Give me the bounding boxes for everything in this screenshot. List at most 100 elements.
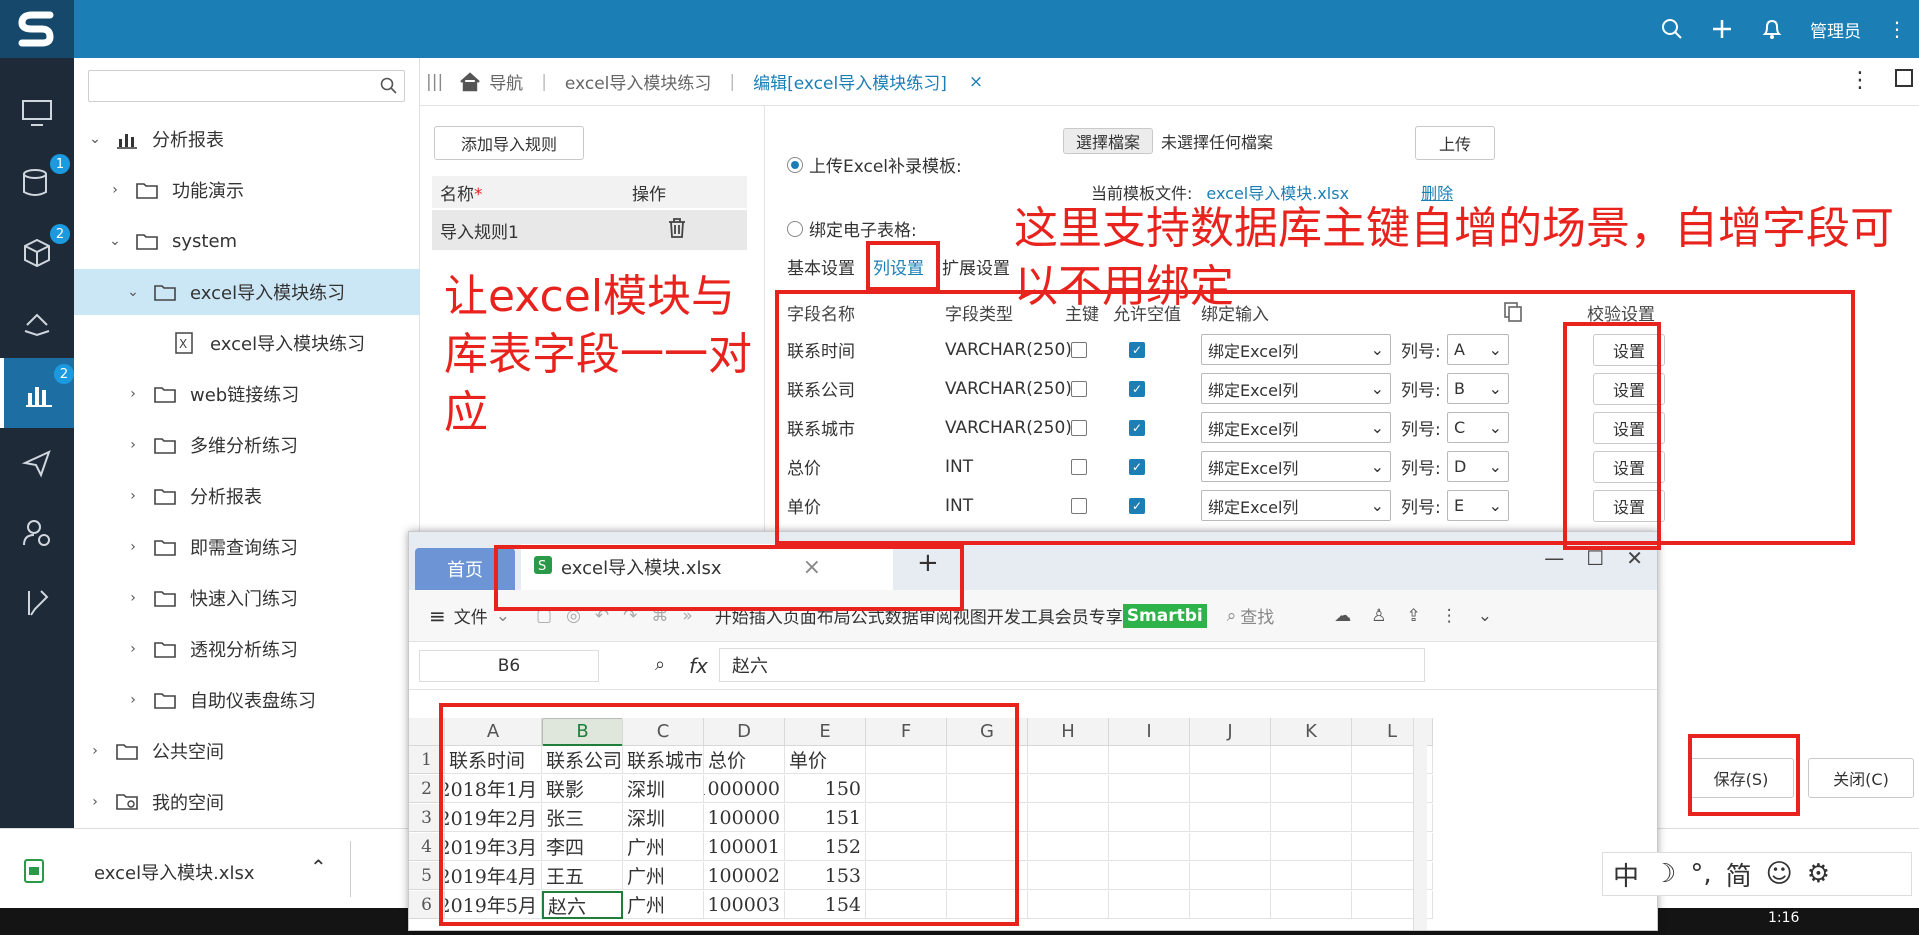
- rail-layers[interactable]: [0, 288, 74, 358]
- tree-item[interactable]: Xexcel导入模块练习: [74, 320, 420, 366]
- chevron-right-icon[interactable]: ›: [126, 488, 140, 504]
- vertical-scrollbar[interactable]: [1413, 718, 1427, 930]
- cell[interactable]: [1271, 833, 1352, 861]
- chevron-right-icon[interactable]: ›: [126, 641, 140, 657]
- cell[interactable]: [1028, 804, 1109, 832]
- tree-search-input[interactable]: [88, 70, 405, 102]
- tree-item[interactable]: › 自助仪表盘练习: [74, 677, 420, 723]
- trash-icon[interactable]: [667, 217, 687, 244]
- tree-item[interactable]: › 即需查询练习: [74, 524, 420, 570]
- search-label[interactable]: 查找: [1240, 603, 1274, 628]
- tab-excel-module[interactable]: excel导入模块练习: [565, 69, 711, 94]
- menu-toggle-icon[interactable]: |||: [426, 72, 443, 92]
- tree-item[interactable]: ⌄ excel导入模块练习: [74, 269, 420, 315]
- choose-file-button[interactable]: 選擇檔案: [1063, 128, 1153, 154]
- chevron-right-icon[interactable]: ›: [88, 794, 102, 810]
- cell[interactable]: [1109, 891, 1190, 919]
- name-box[interactable]: B6: [419, 650, 599, 682]
- fx-label[interactable]: fx: [689, 654, 708, 678]
- app-logo[interactable]: [0, 0, 74, 58]
- tab-basic-settings[interactable]: 基本设置: [787, 254, 855, 279]
- chinese-mode-icon[interactable]: 中: [1613, 856, 1639, 893]
- cell[interactable]: [1109, 804, 1190, 832]
- chevron-right-icon[interactable]: ›: [88, 743, 102, 759]
- cell[interactable]: [1109, 775, 1190, 803]
- cell[interactable]: [1109, 862, 1190, 890]
- cell[interactable]: [1190, 746, 1271, 774]
- chevron-right-icon[interactable]: ›: [126, 539, 140, 555]
- punctuation-icon[interactable]: °,: [1690, 859, 1711, 889]
- tab-extended-settings[interactable]: 扩展设置: [942, 254, 1010, 279]
- cell[interactable]: [1271, 775, 1352, 803]
- search-icon[interactable]: ⌕: [1227, 606, 1237, 626]
- tree-item[interactable]: › web链接练习: [74, 371, 420, 417]
- emoji-icon[interactable]: ☺: [1766, 859, 1793, 889]
- cell[interactable]: [1271, 891, 1352, 919]
- moon-icon[interactable]: ☽: [1653, 859, 1676, 889]
- cell[interactable]: [1109, 833, 1190, 861]
- upload-template-radio[interactable]: [787, 156, 803, 173]
- bell-icon[interactable]: [1760, 17, 1784, 41]
- rule-row[interactable]: 导入规则1: [432, 210, 747, 250]
- cell[interactable]: [1271, 804, 1352, 832]
- hamburger-icon[interactable]: ≡: [429, 604, 446, 628]
- tab-home[interactable]: 导航: [459, 69, 523, 94]
- more-vertical-icon[interactable]: ⋮: [1849, 68, 1871, 93]
- tab-edit-active[interactable]: 编辑[excel导入模块练习] ×: [753, 69, 983, 95]
- chevron-right-icon[interactable]: ›: [126, 590, 140, 606]
- tree-item[interactable]: › 透视分析练习: [74, 626, 420, 672]
- cell[interactable]: [1271, 862, 1352, 890]
- cell[interactable]: [1190, 804, 1271, 832]
- maximize-icon[interactable]: [1895, 69, 1913, 92]
- chevron-right-icon[interactable]: ›: [126, 386, 140, 402]
- chevron-right-icon[interactable]: ›: [126, 692, 140, 708]
- bind-spreadsheet-radio[interactable]: [787, 220, 803, 237]
- cell[interactable]: [1028, 775, 1109, 803]
- chevron-up-icon[interactable]: ⌃: [310, 855, 327, 879]
- file-menu[interactable]: 文件: [454, 603, 488, 628]
- cell[interactable]: [1028, 746, 1109, 774]
- chevron-down-icon[interactable]: ⌄: [126, 284, 140, 300]
- toolbar-right-icons[interactable]: ☁♙⇪⋮⌄: [1334, 606, 1512, 626]
- tree-item[interactable]: › 分析报表: [74, 473, 420, 519]
- rail-desktop[interactable]: [0, 78, 74, 148]
- tree-item[interactable]: › 快速入门练习: [74, 575, 420, 621]
- cell[interactable]: [1271, 746, 1352, 774]
- rail-send[interactable]: [0, 428, 74, 498]
- cell[interactable]: [1190, 862, 1271, 890]
- rail-cube[interactable]: 2: [0, 218, 74, 288]
- cell[interactable]: [1028, 833, 1109, 861]
- rail-data[interactable]: 1: [0, 148, 74, 218]
- more-vertical-icon[interactable]: ⋮: [1887, 17, 1907, 41]
- column-header[interactable]: H: [1028, 718, 1109, 746]
- simplified-icon[interactable]: 简: [1726, 856, 1752, 893]
- chevron-down-icon[interactable]: ⌄: [108, 233, 122, 249]
- rail-analysis[interactable]: 2: [0, 358, 74, 428]
- column-header[interactable]: J: [1190, 718, 1271, 746]
- tree-item[interactable]: › 我的空间: [74, 779, 420, 825]
- column-header[interactable]: I: [1109, 718, 1190, 746]
- rail-tools[interactable]: [0, 568, 74, 638]
- add-icon[interactable]: [1710, 17, 1734, 41]
- tree-item[interactable]: ⌄ 分析报表: [74, 116, 420, 162]
- cell[interactable]: [1190, 775, 1271, 803]
- formula-input[interactable]: 赵六: [719, 648, 1425, 682]
- tree-item[interactable]: › 多维分析练习: [74, 422, 420, 468]
- cell[interactable]: [1190, 833, 1271, 861]
- chevron-right-icon[interactable]: ›: [108, 182, 122, 198]
- upload-button[interactable]: 上传: [1415, 126, 1495, 160]
- cell[interactable]: [1190, 891, 1271, 919]
- cell[interactable]: [1028, 891, 1109, 919]
- column-header[interactable]: K: [1271, 718, 1352, 746]
- download-file-name[interactable]: excel导入模块.xlsx: [94, 859, 254, 885]
- zoom-icon[interactable]: ⌕: [655, 654, 665, 675]
- chevron-right-icon[interactable]: ›: [126, 437, 140, 453]
- cell[interactable]: [1109, 746, 1190, 774]
- gear-icon[interactable]: ⚙: [1807, 859, 1830, 889]
- chevron-down-icon[interactable]: ⌄: [88, 131, 102, 147]
- close-tab-icon[interactable]: ×: [969, 72, 983, 92]
- search-icon[interactable]: [1660, 17, 1684, 41]
- user-menu[interactable]: 管理员: [1810, 17, 1861, 42]
- tree-item[interactable]: › 公共空间: [74, 728, 420, 774]
- add-import-rule-button[interactable]: 添加导入规则: [434, 126, 584, 160]
